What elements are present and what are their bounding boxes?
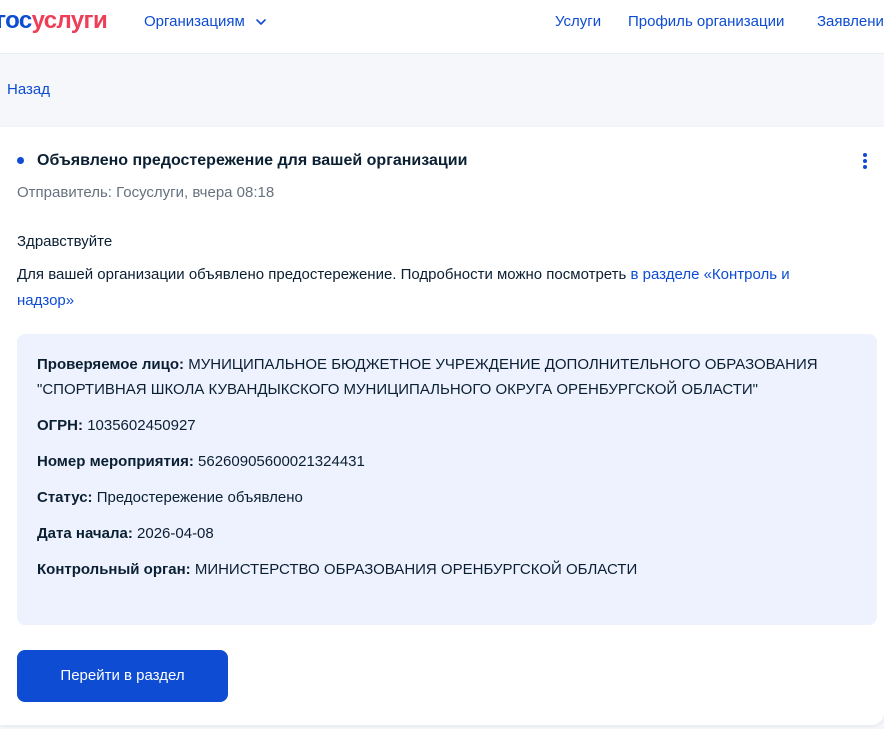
- unread-dot-icon: [17, 157, 24, 164]
- detail-label: Статус:: [37, 489, 93, 506]
- detail-value: 56260905600021324431: [198, 453, 365, 470]
- detail-row-event-number: Номер мероприятия: 56260905600021324431: [37, 449, 857, 474]
- go-to-section-button[interactable]: Перейти в раздел: [17, 650, 228, 702]
- detail-row-ogrn: ОГРН: 1035602450927: [37, 413, 857, 438]
- organizations-menu-label: Организациям: [144, 13, 245, 30]
- detail-row-status: Статус: Предостережение объявлено: [37, 485, 857, 510]
- detail-row-control-body: Контрольный орган: МИНИСТЕРСТВО ОБРАЗОВА…: [37, 557, 857, 582]
- nav-org-profile-link[interactable]: Профиль организации: [628, 13, 784, 31]
- notice-details-box: Проверяемое лицо: МУНИЦИПАЛЬНОЕ БЮДЖЕТНО…: [17, 334, 877, 625]
- notice-title: Объявлено предостережение для вашей орга…: [37, 152, 468, 169]
- detail-label: ОГРН:: [37, 417, 84, 434]
- detail-value: МИНИСТЕРСТВО ОБРАЗОВАНИЯ ОРЕНБУРГСКОЙ ОБ…: [194, 561, 638, 578]
- logo-text-uslugi: услуги: [31, 7, 108, 34]
- detail-label: Номер мероприятия:: [37, 453, 194, 470]
- notice-greeting: Здравствуйте: [17, 233, 113, 250]
- detail-value: 2026-04-08: [137, 525, 214, 542]
- logo-text-gos: гос: [0, 7, 32, 34]
- detail-value: Предостережение объявлено: [96, 489, 303, 506]
- detail-value: 1035602450927: [87, 417, 196, 434]
- top-header: госуслуги Организациям Услуги Профиль ор…: [0, 0, 884, 54]
- chevron-down-icon: [255, 19, 266, 25]
- organizations-menu[interactable]: Организациям: [144, 13, 267, 31]
- back-link[interactable]: Назад: [7, 81, 50, 99]
- nav-applications-link[interactable]: Заявления: [817, 13, 884, 31]
- notice-message: Для вашей организации объявлено предосте…: [17, 262, 847, 314]
- notice-message-text: Для вашей организации объявлено предосте…: [17, 266, 631, 283]
- more-options-icon[interactable]: [858, 153, 872, 173]
- detail-row-start-date: Дата начала: 2026-04-08: [37, 521, 857, 546]
- nav-services-link[interactable]: Услуги: [555, 13, 601, 31]
- detail-label: Проверяемое лицо:: [37, 356, 185, 373]
- notice-sender: Отправитель: Госуслуги, вчера 08:18: [17, 184, 275, 201]
- detail-row-inspected-entity: Проверяемое лицо: МУНИЦИПАЛЬНОЕ БЮДЖЕТНО…: [37, 352, 857, 402]
- notice-card: Объявлено предостережение для вашей орга…: [0, 127, 884, 725]
- detail-label: Дата начала:: [37, 525, 133, 542]
- gosuslugi-logo[interactable]: госуслуги: [0, 7, 108, 35]
- detail-label: Контрольный орган:: [37, 561, 191, 578]
